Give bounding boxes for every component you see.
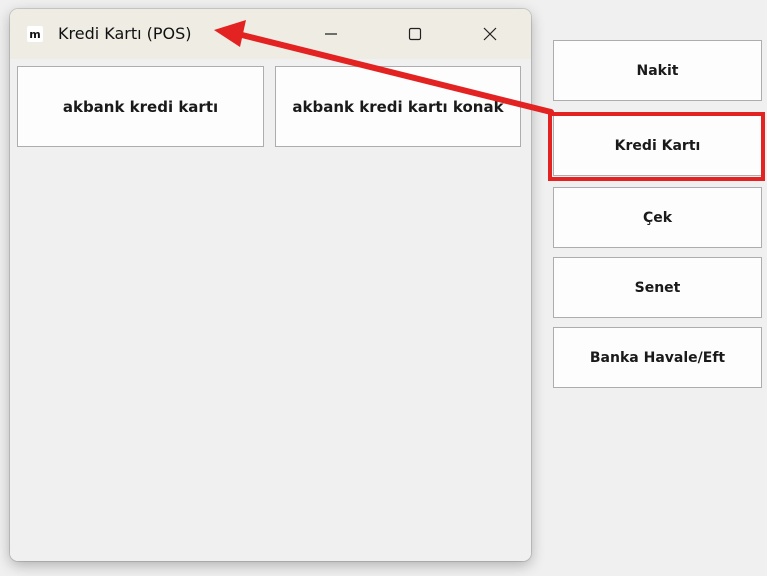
pos-options-area: akbank kredi kartı akbank kredi kartı ko… (10, 59, 531, 561)
credit-card-button[interactable]: Kredi Kartı (553, 115, 762, 176)
check-button-label: Çek (642, 209, 673, 226)
cash-button-label: Nakit (636, 62, 679, 79)
maximize-button[interactable] (392, 17, 438, 51)
credit-card-button-label: Kredi Kartı (614, 137, 701, 154)
maximize-icon (408, 27, 422, 41)
pos-window: m Kredi Kartı (POS) akbank kredi kartı a… (10, 9, 531, 561)
title-bar[interactable]: m Kredi Kartı (POS) (10, 9, 531, 59)
pos-option-akbank-konak[interactable]: akbank kredi kartı konak (275, 66, 521, 147)
window-title: Kredi Kartı (POS) (58, 24, 192, 43)
minimize-button[interactable] (308, 17, 354, 51)
close-icon (483, 27, 497, 41)
check-button[interactable]: Çek (553, 187, 762, 248)
close-button[interactable] (467, 17, 513, 51)
promissory-note-button-label: Senet (634, 279, 681, 296)
pos-option-akbank-konak-label: akbank kredi kartı konak (292, 97, 504, 116)
app-icon: m (27, 26, 43, 42)
minimize-icon (325, 33, 337, 35)
cash-button[interactable]: Nakit (553, 40, 762, 101)
bank-transfer-button[interactable]: Banka Havale/Eft (553, 327, 762, 388)
promissory-note-button[interactable]: Senet (553, 257, 762, 318)
bank-transfer-button-label: Banka Havale/Eft (589, 349, 726, 366)
pos-option-akbank[interactable]: akbank kredi kartı (17, 66, 264, 147)
app-icon-glyph: m (29, 27, 41, 41)
pos-option-akbank-label: akbank kredi kartı (62, 97, 219, 116)
